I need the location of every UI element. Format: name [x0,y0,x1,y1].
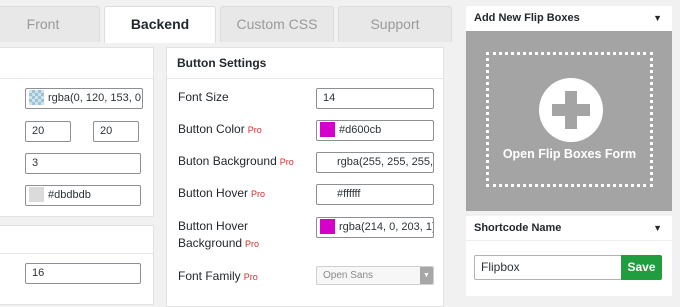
pro-badge: Pro [245,239,260,249]
shortcode-name-input[interactable]: Flipbox [474,255,622,280]
button-hover-bg-input[interactable]: rgba(214, 0, 203, 1) [316,217,434,238]
font-size-label: Font Size [178,89,229,106]
button-hover-bg-label-line1: Button Hover [178,219,249,233]
font-size-label-text: Font Size [178,90,229,104]
font-size-input[interactable]: 14 [316,88,434,109]
number-field-a[interactable]: 20 [25,121,71,142]
tab-backend-label: Backend [130,16,190,32]
number-field-d-value: 16 [32,267,45,279]
button-hover-bg-label: Button Hover Background Pro [178,218,259,253]
shortcode-name-box: Shortcode Name ▼ Flipbox Save [466,216,672,296]
left-panel-2-header [0,226,153,254]
shortcode-name-value: Flipbox [481,260,520,274]
caret-down-icon: ▼ [653,13,662,23]
left-settings-panel-2: 16 [0,225,154,305]
tab-front-label: Front [26,16,60,32]
add-new-flip-boxes-box: Add New Flip Boxes ▼ Open Flip Boxes For… [466,6,672,211]
pro-badge: Pro [251,189,266,199]
color-swatch [29,186,44,202]
button-settings-title: Button Settings [167,48,443,79]
button-hover-bg-swatch [320,218,335,234]
transparent-swatch-icon [29,89,44,105]
tab-support-label: Support [370,16,420,32]
number-field-d[interactable]: 16 [25,263,141,284]
caret-down-icon: ▼ [653,223,662,233]
button-color-value: #d600cb [339,124,382,136]
font-family-label: Font Family Pro [178,268,258,286]
color-field-2-value: #dbdbdb [48,189,91,201]
font-family-select[interactable]: Open Sans ▼ [316,266,434,285]
open-form-button[interactable]: Open Flip Boxes Form [486,52,653,187]
pro-badge: Pro [279,157,294,167]
button-hover-label: Button Hover Pro [178,185,265,203]
number-field-c-value: 3 [32,157,39,169]
left-panel-header [0,48,153,79]
button-hover-input[interactable]: #ffffff [316,184,434,205]
button-settings-panel: Button Settings Font Size 14 Button Colo… [166,47,444,307]
font-family-value: Open Sans [323,270,374,281]
number-field-c[interactable]: 3 [25,153,141,174]
tab-custom-css-label: Custom CSS [236,16,318,32]
button-hover-label-text: Button Hover [178,186,249,200]
button-color-label-text: Button Color [178,122,245,136]
button-background-input[interactable]: rgba(255, 255, 255, 1) [316,152,434,173]
button-background-label: Buton Background Pro [178,153,294,171]
number-field-b[interactable]: 20 [93,121,139,142]
number-field-b-value: 20 [100,125,113,137]
left-settings-panel: rgba(0, 120, 153, 0.41) 20 20 3 #dbdbdb [0,47,154,217]
button-color-swatch [320,121,335,137]
color-field-2[interactable]: #dbdbdb [25,185,141,206]
chevron-down-icon: ▼ [420,267,433,284]
save-button[interactable]: Save [621,255,662,280]
tab-front[interactable]: Front [0,6,100,42]
button-hover-bg-value: rgba(214, 0, 203, 1) [339,221,434,233]
tab-backend[interactable]: Backend [104,6,216,43]
add-new-title: Add New Flip Boxes [474,12,580,24]
pro-badge: Pro [243,272,258,282]
number-field-a-value: 20 [32,125,45,137]
button-background-label-text: Buton Background [178,154,277,168]
button-color-label: Button Color Pro [178,121,262,139]
shortcode-name-header[interactable]: Shortcode Name ▼ [466,216,672,241]
shortcode-name-title: Shortcode Name [474,222,562,234]
tab-custom-css[interactable]: Custom CSS [220,6,334,42]
font-family-label-text: Font Family [178,269,241,283]
add-new-flip-boxes-header[interactable]: Add New Flip Boxes ▼ [466,6,672,31]
tab-support[interactable]: Support [338,6,452,42]
color-field-1[interactable]: rgba(0, 120, 153, 0.41) [25,88,143,109]
color-field-1-value: rgba(0, 120, 153, 0.41) [48,92,142,104]
button-hover-value: #ffffff [337,188,361,200]
button-background-value: rgba(255, 255, 255, 1) [337,156,434,168]
plus-circle-icon [539,78,603,142]
font-size-value: 14 [323,92,336,104]
open-form-label: Open Flip Boxes Form [502,147,637,161]
button-hover-bg-label-line2: Background [178,236,243,250]
pro-badge: Pro [247,125,262,135]
button-color-input[interactable]: #d600cb [316,120,434,141]
